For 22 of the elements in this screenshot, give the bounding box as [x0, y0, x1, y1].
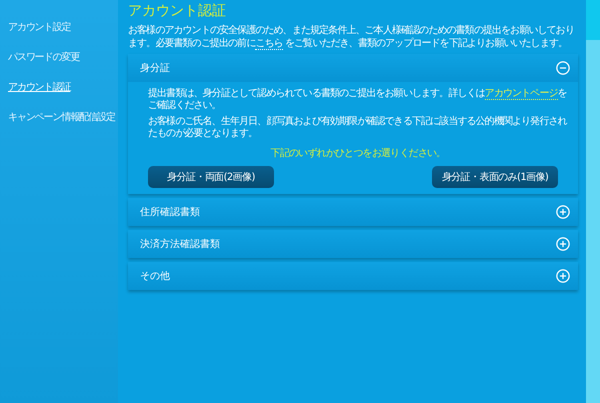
- body-text: お客様のご氏名、生年月日、顔写真および有効期限が確認できる下記に該当する公的機関より発行されたものが必要となります。: [148, 116, 568, 140]
- collapse-icon: [556, 61, 570, 75]
- expand-icon: [556, 237, 570, 251]
- accordion-header[interactable]: 身分証: [128, 54, 578, 82]
- link[interactable]: アカウントページ: [484, 88, 558, 100]
- accordion-header[interactable]: 住所確認書類: [128, 198, 578, 226]
- expand-icon: [556, 269, 570, 283]
- accordion-header[interactable]: その他: [128, 262, 578, 290]
- document-type-button[interactable]: 身分証・両面(2画像): [148, 166, 274, 188]
- sidebar-item[interactable]: パスワードの変更: [0, 48, 118, 66]
- accordion-header[interactable]: 決済方法確認書類: [128, 230, 578, 258]
- prompt-text: 下記のいずれかひとつをお選りください。: [270, 146, 446, 160]
- body-text: 提出書類は、身分証として認められている書類のご提出をお願いします。詳しくはアカウントページをご確認ください。: [148, 88, 568, 112]
- page-title: アカウント認証: [128, 2, 227, 20]
- document-type-button[interactable]: 身分証・表面のみ(1画像): [432, 166, 558, 188]
- sidebar-item[interactable]: アカウント設定: [0, 18, 118, 36]
- scrollbar[interactable]: [586, 0, 600, 403]
- expand-icon: [556, 205, 570, 219]
- intro-text: お客様のアカウントの安全保護のため、また規定条件上、ご本人様確認のための書類の提出をお願いしております。必要書類のご提出の前にこちら をご覧いただき、書類のアップロードを下記よりお願いいたします。: [128, 24, 575, 50]
- sidebar-item[interactable]: アカウント認証: [0, 78, 118, 96]
- sidebar-item[interactable]: キャンペーン情報配信設定: [0, 108, 118, 126]
- link[interactable]: こちら: [255, 38, 283, 50]
